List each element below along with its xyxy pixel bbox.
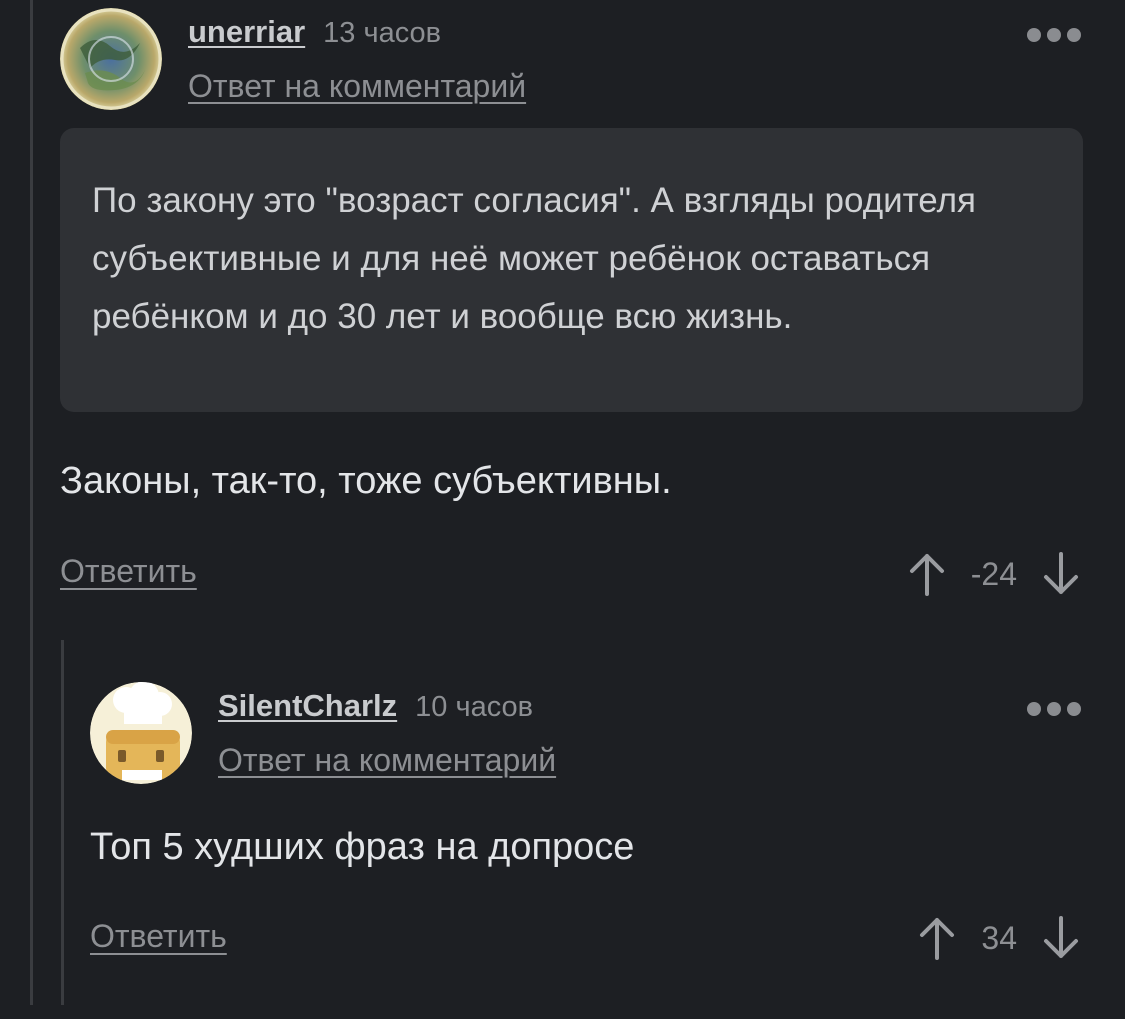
reply-to-link[interactable]: Ответ на комментарий [188,68,526,105]
arrow-down-icon[interactable] [1041,914,1081,962]
more-dots-icon[interactable] [1027,702,1081,716]
timestamp: 13 часов [323,17,442,49]
score: -24 [970,555,1017,592]
comment-text: Законы, так-то, тоже субъективны. [60,460,672,502]
reply-to-link[interactable]: Ответ на комментарий [218,742,556,779]
reply-button[interactable]: Ответить [90,918,227,955]
reply-button[interactable]: Ответить [60,553,197,590]
score: 34 [981,919,1017,956]
username[interactable]: SilentCharlz [218,688,397,724]
chef-toast-avatar-icon[interactable] [90,682,192,784]
comment-text: Топ 5 худших фраз на допросе [90,826,635,868]
thread-line [30,0,33,1005]
vote-controls: 34 [917,914,1081,962]
username[interactable]: unerriar [188,14,305,50]
arrow-up-icon[interactable] [907,550,947,598]
author-row: unerriar 13 часов [188,14,441,50]
arrow-up-icon[interactable] [917,914,957,962]
quoted-comment: По закону это "возраст согласия". А взгл… [60,128,1083,412]
thread-line-nested [61,640,64,1005]
globe-avatar-icon[interactable] [60,8,162,110]
timestamp: 10 часов [415,691,534,723]
arrow-down-icon[interactable] [1041,550,1081,598]
author-row: SilentCharlz 10 часов [218,688,533,724]
vote-controls: -24 [907,550,1081,598]
more-dots-icon[interactable] [1027,28,1081,42]
